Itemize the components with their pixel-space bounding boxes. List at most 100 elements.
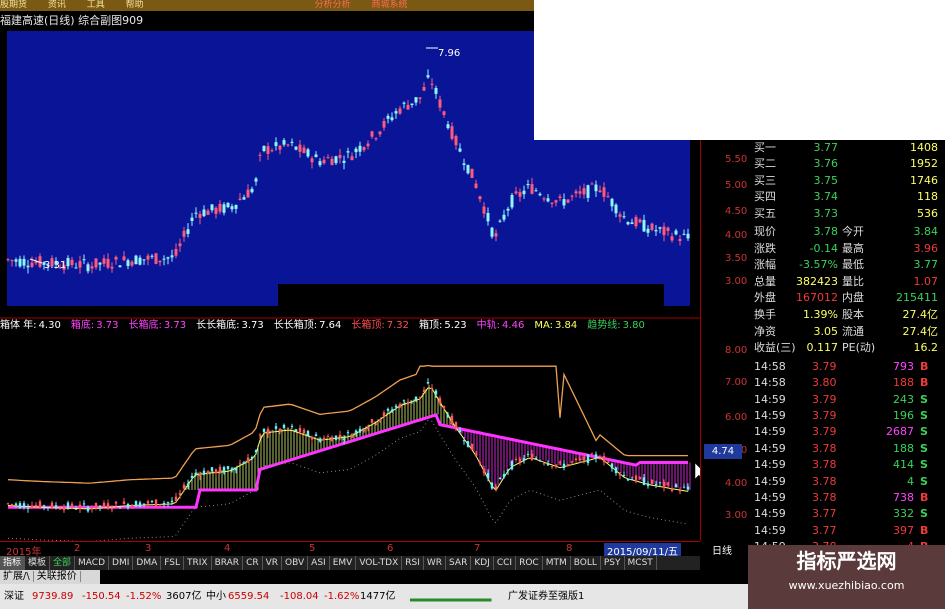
- chart-title: 福建高速(日线) 综合副图909: [0, 14, 144, 27]
- tab-psy[interactable]: PSY: [601, 556, 625, 570]
- candle-body: [658, 482, 662, 484]
- candle-body: [334, 435, 338, 441]
- tab-mcst[interactable]: MCST: [625, 556, 657, 570]
- bid-price: 3.74: [813, 190, 839, 204]
- tab-boll[interactable]: BOLL: [571, 556, 601, 570]
- blank-cover-right: [694, 31, 945, 140]
- tick-side: S: [920, 474, 928, 488]
- candle-body: [502, 214, 506, 220]
- candle-body: [70, 259, 74, 265]
- candle-body: [518, 192, 522, 197]
- candle-body: [18, 503, 22, 509]
- tab--[interactable]: 全部: [50, 556, 76, 570]
- bid-label: 买四: [754, 190, 776, 204]
- tab-kdj[interactable]: KDJ: [471, 556, 494, 570]
- stat-label-2: 最低: [842, 258, 864, 272]
- candle-body: [262, 145, 266, 151]
- tab-roc[interactable]: ROC: [516, 556, 543, 570]
- candle-body: [294, 429, 298, 432]
- candle-body: [142, 259, 146, 261]
- tab-macd[interactable]: MACD: [75, 556, 110, 570]
- menu-item-mall[interactable]: 商城系统: [371, 0, 407, 10]
- stat-label: 现价: [754, 225, 776, 238]
- candle-body: [186, 483, 190, 487]
- tick-row: 14:59 3.78 414 S: [752, 457, 942, 473]
- tab-cr[interactable]: CR: [243, 556, 263, 570]
- tick-time: 14:59: [754, 474, 786, 488]
- candle-body: [682, 486, 686, 488]
- candle-body: [158, 260, 162, 263]
- menu-item-tools[interactable]: 工具: [87, 0, 105, 10]
- tab-trix[interactable]: TRIX: [184, 556, 212, 570]
- candle-body: [146, 255, 150, 260]
- menu-item-news[interactable]: 资讯: [48, 0, 66, 10]
- candle-body: [542, 198, 546, 200]
- tab-asi[interactable]: ASI: [308, 556, 330, 570]
- candle-body: [362, 429, 366, 432]
- candle-body: [154, 499, 158, 507]
- bid-row: 买一 3.77 1408: [752, 140, 942, 156]
- candle-body: [446, 124, 450, 129]
- tab-mtm[interactable]: MTM: [543, 556, 571, 570]
- tick-volume: 2687: [886, 425, 914, 439]
- candle-body: [662, 481, 666, 488]
- menu-item-help[interactable]: 帮助: [126, 0, 144, 10]
- tab-dma[interactable]: DMA: [133, 556, 162, 570]
- candle-body: [666, 227, 670, 231]
- candle-body: [38, 501, 42, 509]
- indicator-value: 7.64: [319, 320, 342, 331]
- tick-side: S: [920, 458, 928, 472]
- tab-vol-tdx[interactable]: VOL-TDX: [356, 556, 403, 570]
- tick-side: S: [920, 441, 928, 455]
- indicator-value: 7.32: [386, 320, 410, 331]
- tab-rsi[interactable]: RSI: [402, 556, 424, 570]
- tab-dmi[interactable]: DMI: [109, 556, 134, 570]
- candle-body: [50, 502, 54, 509]
- xtick-2: 2: [74, 543, 81, 554]
- candle-body: [130, 505, 134, 508]
- candle-body: [402, 400, 406, 402]
- candle-body: [562, 199, 566, 206]
- candle-body: [430, 83, 434, 85]
- tab-sar[interactable]: SAR: [446, 556, 472, 570]
- tab--[interactable]: 模板: [25, 556, 51, 570]
- tick-volume: 793: [893, 359, 914, 373]
- candle-body: [462, 440, 466, 442]
- stat-value-2: 1.07: [913, 274, 939, 288]
- candle-body: [410, 103, 414, 105]
- tick-volume: 397: [893, 523, 914, 537]
- indicator-label: 长箱顶:: [351, 320, 385, 331]
- tab-fsl[interactable]: FSL: [161, 556, 184, 570]
- tab--[interactable]: 指标: [0, 556, 26, 570]
- indicator-value: 4.46: [502, 320, 525, 331]
- tab-obv[interactable]: OBV: [282, 556, 309, 570]
- tab-emv[interactable]: EMV: [330, 556, 357, 570]
- tab-brar[interactable]: BRAR: [212, 556, 244, 570]
- candle-body: [178, 243, 182, 247]
- stat-label-2: 流通: [842, 324, 864, 338]
- tab-related-quote[interactable]: 关联报价: [33, 571, 81, 582]
- tick-price: 3.77: [812, 507, 837, 521]
- tick-side: S: [920, 507, 928, 521]
- indicator-label: 长长箱底:: [196, 320, 240, 331]
- tab-cci[interactable]: CCI: [494, 556, 517, 570]
- tab-wr[interactable]: WR: [424, 556, 447, 570]
- menu-item-analysis[interactable]: 分析分析: [315, 0, 351, 10]
- menu-item-futures[interactable]: 股期货: [0, 0, 27, 10]
- kline-chart[interactable]: 7.96 3.31: [0, 31, 700, 541]
- candle-body: [30, 505, 34, 509]
- candle-body: [22, 258, 26, 266]
- indicator-item: 箱顶: 5.23: [419, 320, 472, 331]
- tick-volume: 738: [893, 491, 914, 504]
- period-button[interactable]: 日线: [712, 542, 746, 557]
- candle-body: [190, 475, 194, 479]
- index-sz-label: 深证: [4, 591, 24, 602]
- tab-extend[interactable]: 扩展/\: [0, 571, 34, 582]
- candle-body: [10, 260, 14, 262]
- candle-body: [670, 236, 674, 241]
- candle-body: [282, 140, 286, 145]
- watermark-url: www.xuezhibiao.com: [788, 579, 905, 592]
- tab-vr[interactable]: VR: [263, 556, 283, 570]
- indicator-label: 箱顶:: [419, 320, 443, 331]
- candle-body: [278, 428, 282, 432]
